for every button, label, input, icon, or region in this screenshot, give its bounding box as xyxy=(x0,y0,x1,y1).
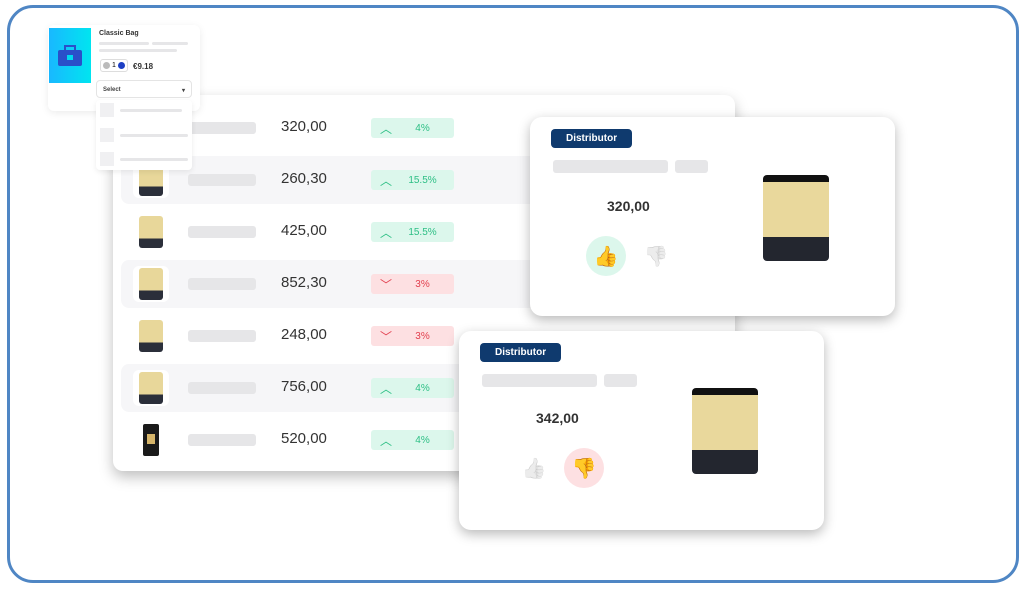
chevron-up-icon: ︿ xyxy=(379,225,392,240)
product-image xyxy=(692,388,758,474)
product-thumbnail xyxy=(133,266,169,302)
row-price: 520,00 xyxy=(281,430,327,447)
product-thumbnail xyxy=(133,422,169,458)
card-price: 342,00 xyxy=(536,410,579,426)
placeholder-bar xyxy=(188,278,256,290)
list-item[interactable] xyxy=(100,103,114,117)
distributor-card: Distributor 342,00 👍 👎 xyxy=(459,331,824,530)
chevron-down-icon: ▾ xyxy=(181,88,185,94)
thumbs-down-button[interactable]: 👎 xyxy=(564,448,604,488)
list-item[interactable] xyxy=(100,152,114,166)
row-price: 852,30 xyxy=(281,274,327,291)
change-badge: ︿ 4% xyxy=(371,430,454,450)
chevron-up-icon: ︿ xyxy=(379,433,392,448)
row-price: 756,00 xyxy=(281,378,327,395)
thumbs-down-button[interactable]: 👎 xyxy=(636,236,676,276)
briefcase-icon xyxy=(49,28,91,83)
row-price: 320,00 xyxy=(281,118,327,135)
product-thumbnail xyxy=(133,214,169,250)
placeholder-bar xyxy=(188,330,256,342)
change-badge: ︿ 15.5% xyxy=(371,170,454,190)
row-price: 425,00 xyxy=(281,222,327,239)
product-thumbnail xyxy=(133,318,169,354)
change-badge: ﹀ 3% xyxy=(371,274,454,294)
chevron-down-icon: ﹀ xyxy=(379,329,392,344)
distributor-badge: Distributor xyxy=(480,343,562,362)
placeholder-bar xyxy=(188,174,256,186)
thumbs-up-button[interactable]: 👍 xyxy=(586,236,626,276)
chevron-up-icon: ︿ xyxy=(379,381,392,396)
change-badge: ︿ 4% xyxy=(371,378,454,398)
distributor-card: Distributor 320,00 👍 👎 xyxy=(530,117,895,316)
placeholder-bar xyxy=(188,226,256,238)
product-thumbnail xyxy=(133,370,169,406)
dropdown-list xyxy=(96,100,192,170)
card-price: 320,00 xyxy=(607,198,650,214)
change-badge: ︿ 4% xyxy=(371,118,454,138)
placeholder-bar xyxy=(188,382,256,394)
placeholder-bar xyxy=(188,122,256,134)
select-dropdown[interactable]: Select ▾ xyxy=(96,80,192,98)
quantity-stepper[interactable]: 1 xyxy=(100,59,128,72)
chevron-down-icon: ﹀ xyxy=(379,277,392,292)
change-badge: ︿ 15.5% xyxy=(371,222,454,242)
plus-button[interactable] xyxy=(117,62,125,69)
list-item[interactable] xyxy=(100,128,114,142)
placeholder-bar xyxy=(188,434,256,446)
distributor-badge: Distributor xyxy=(551,129,633,148)
thumbs-up-button[interactable]: 👍 xyxy=(514,448,554,488)
product-title: Classic Bag xyxy=(99,30,139,37)
product-price: €9.18 xyxy=(133,62,154,71)
product-image xyxy=(763,175,829,261)
chevron-up-icon: ︿ xyxy=(379,121,392,136)
change-badge: ﹀ 3% xyxy=(371,326,454,346)
chevron-up-icon: ︿ xyxy=(379,173,392,188)
minus-button[interactable] xyxy=(103,62,110,69)
row-price: 248,00 xyxy=(281,326,327,343)
row-price: 260,30 xyxy=(281,170,327,187)
